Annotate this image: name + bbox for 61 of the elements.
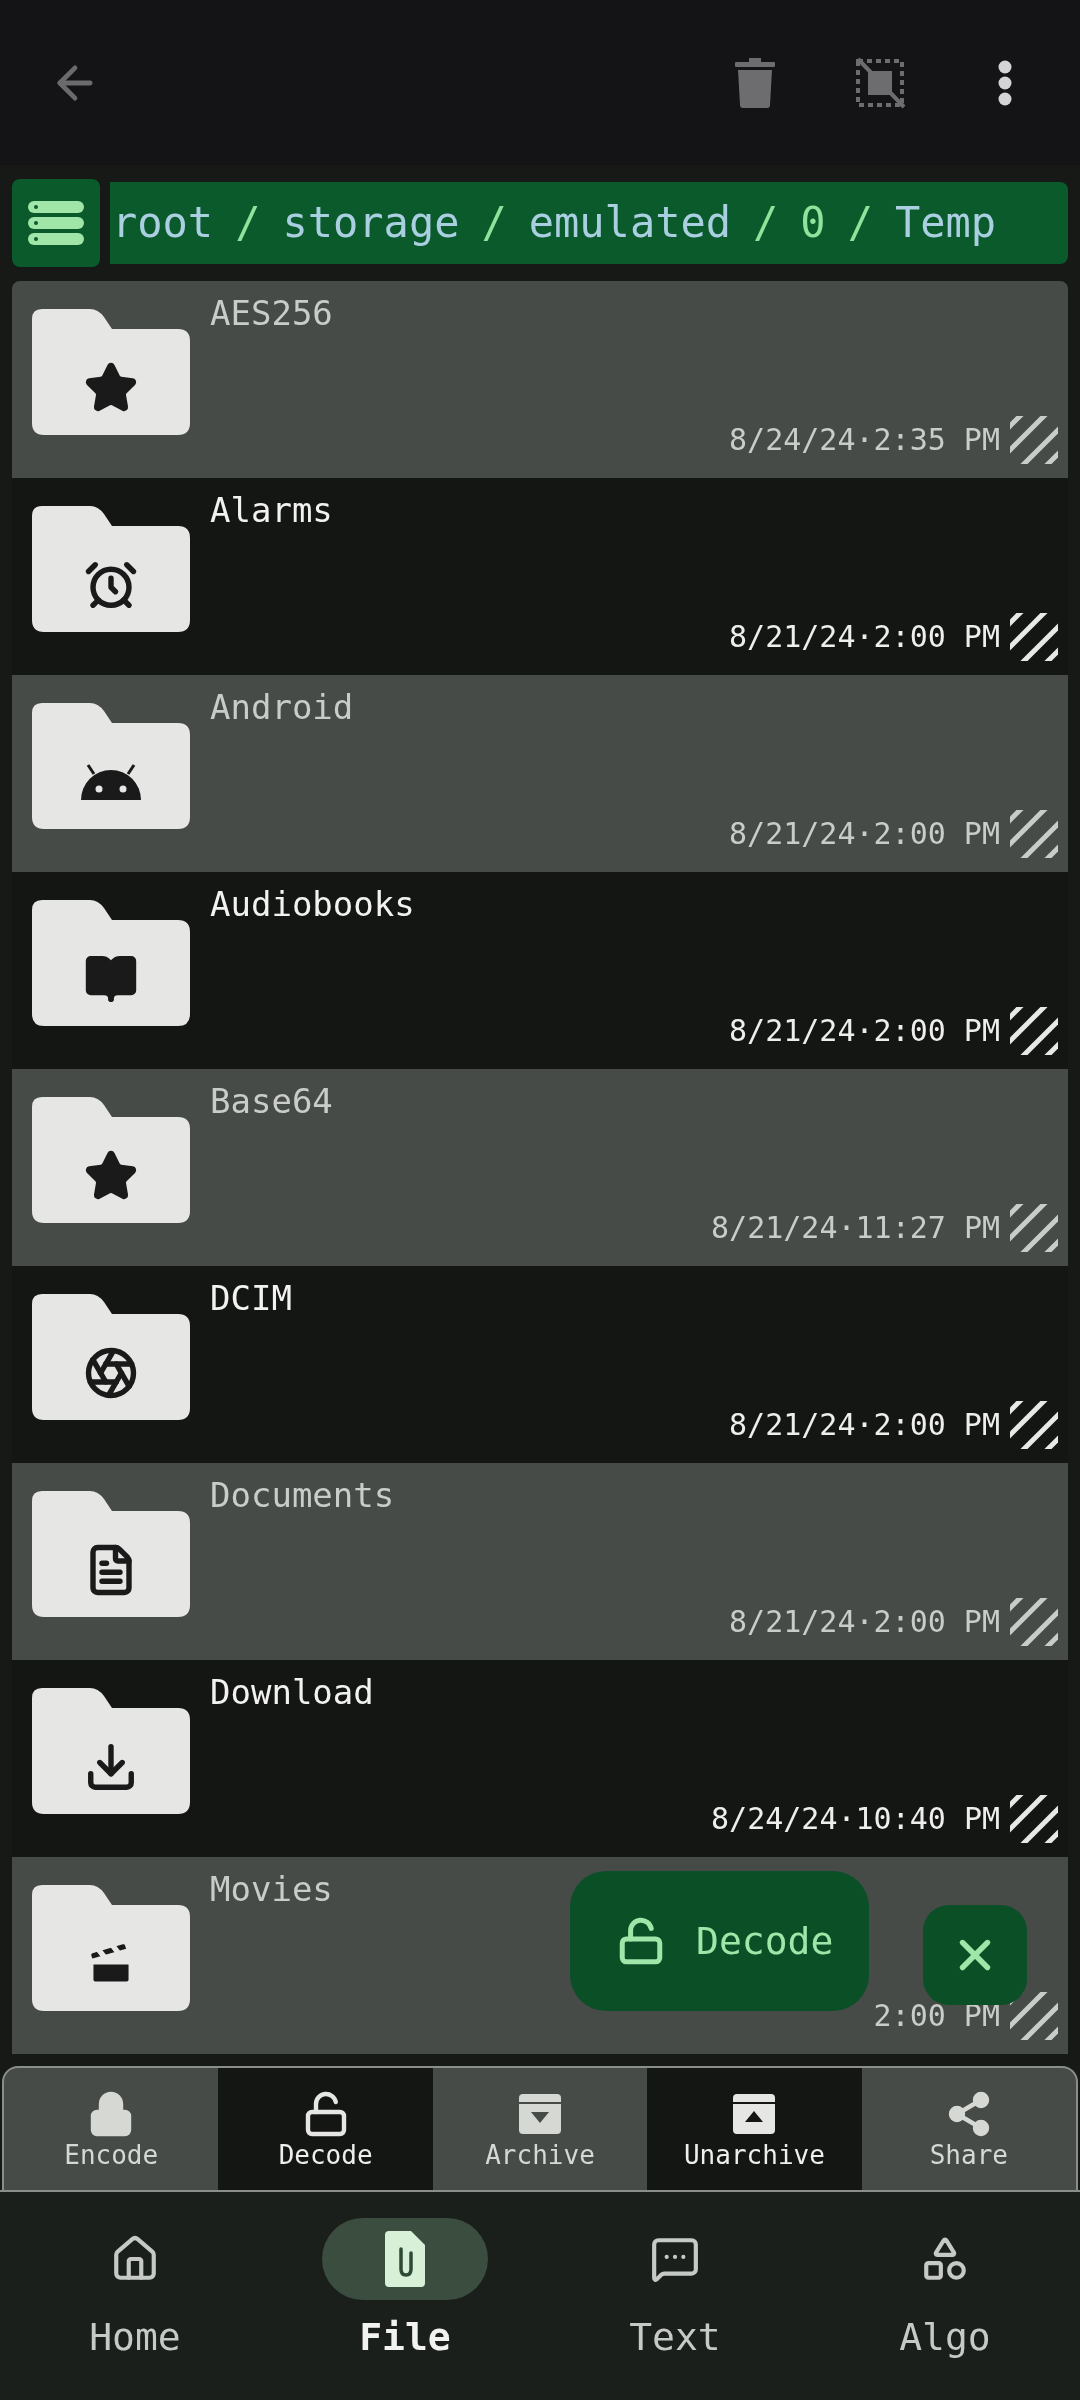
action-button[interactable]: Encode bbox=[4, 2068, 219, 2190]
striped-square-icon bbox=[1010, 1204, 1058, 1252]
modified-date: 8/21/24·2:00 PM bbox=[729, 819, 1000, 849]
folder-book-icon bbox=[32, 900, 190, 1026]
striped-square-icon bbox=[1010, 416, 1058, 464]
storage-menu-button[interactable] bbox=[12, 179, 100, 267]
modified-date: 8/24/24·10:40 PM bbox=[711, 1804, 1000, 1834]
folder-star-icon bbox=[32, 309, 190, 435]
modified-date: 8/21/24·2:00 PM bbox=[729, 1607, 1000, 1637]
nav-tab[interactable]: Algo bbox=[810, 2218, 1080, 2400]
folder-name: DCIM bbox=[210, 1277, 293, 1320]
folder-name: Android bbox=[210, 686, 355, 729]
nav-tab[interactable]: Text bbox=[540, 2218, 810, 2400]
folder-row[interactable]: AES256 8/24/24·2:35 PM bbox=[12, 281, 1068, 478]
striped-square-icon bbox=[1010, 1007, 1058, 1055]
folder-movie-icon bbox=[32, 1885, 190, 2011]
folder-camera-icon bbox=[32, 1294, 190, 1420]
folder-star-icon bbox=[32, 1097, 190, 1223]
action-button[interactable]: Share bbox=[861, 2068, 1076, 2190]
striped-square-icon bbox=[1010, 1598, 1058, 1646]
folder-download-icon bbox=[32, 1688, 190, 1814]
folder-name: Download bbox=[210, 1671, 375, 1714]
folder-android-icon bbox=[32, 703, 190, 829]
path-segment[interactable]: root bbox=[112, 202, 214, 244]
path-segment[interactable]: 0 bbox=[800, 202, 826, 244]
path-segment[interactable]: emulated bbox=[528, 202, 732, 244]
path-separator: / bbox=[481, 202, 507, 244]
decode-fab[interactable]: Decode bbox=[570, 1871, 869, 2011]
folder-name: Audiobooks bbox=[210, 883, 416, 926]
striped-square-icon bbox=[1010, 1795, 1058, 1843]
striped-square-icon bbox=[1010, 613, 1058, 661]
path-separator: / bbox=[753, 202, 779, 244]
modified-date: 8/21/24·2:00 PM bbox=[729, 1016, 1000, 1046]
folder-name: AES256 bbox=[210, 292, 334, 335]
more-icon bbox=[998, 59, 1012, 106]
folder-row[interactable]: Base64 8/21/24·11:27 PM bbox=[12, 1069, 1068, 1266]
storage-stack-icon bbox=[28, 201, 84, 245]
modified-date: 8/21/24·2:00 PM bbox=[729, 1410, 1000, 1440]
nav-tab[interactable]: Home bbox=[0, 2218, 270, 2400]
striped-square-icon bbox=[1010, 810, 1058, 858]
path-segment[interactable]: storage bbox=[282, 202, 460, 244]
modified-date: 8/24/24·2:35 PM bbox=[729, 425, 1000, 455]
path-separator: / bbox=[235, 202, 261, 244]
folder-row[interactable]: Android 8/21/24·2:00 PM bbox=[12, 675, 1068, 872]
nav-tab[interactable]: File bbox=[270, 2218, 540, 2400]
folder-document-icon bbox=[32, 1491, 190, 1617]
action-button[interactable]: Unarchive bbox=[647, 2068, 862, 2190]
folder-name: Movies bbox=[210, 1868, 334, 1911]
folder-name: Base64 bbox=[210, 1080, 334, 1123]
action-button[interactable]: Decode bbox=[218, 2068, 433, 2190]
folder-row[interactable]: Documents 8/21/24·2:00 PM bbox=[12, 1463, 1068, 1660]
path-segment[interactable]: Temp bbox=[894, 202, 997, 244]
folder-name: Alarms bbox=[210, 489, 334, 532]
folder-alarm-icon bbox=[32, 506, 190, 632]
path-separator: / bbox=[847, 202, 873, 244]
action-button[interactable]: Archive bbox=[432, 2068, 648, 2190]
modified-date: 8/21/24·2:00 PM bbox=[729, 622, 1000, 652]
folder-name: Documents bbox=[210, 1474, 396, 1517]
modified-date: 8/21/24·11:27 PM bbox=[711, 1213, 1000, 1243]
close-fab[interactable] bbox=[923, 1905, 1027, 2005]
striped-square-icon bbox=[1010, 1401, 1058, 1449]
